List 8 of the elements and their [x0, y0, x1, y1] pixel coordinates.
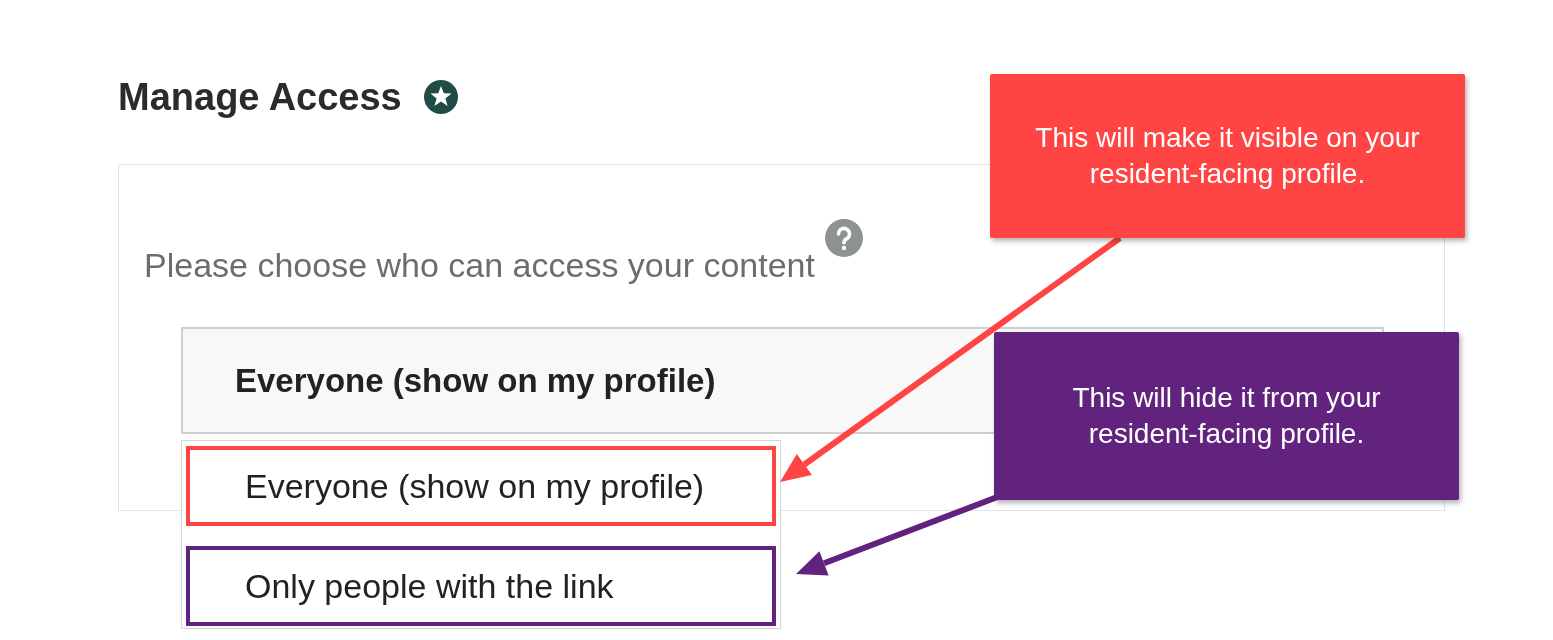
star-badge-icon	[423, 80, 458, 114]
callout-tooltip: This will make it visible on your resident-facing profile.	[990, 74, 1465, 238]
page-title: Manage Access	[118, 75, 402, 119]
access-prompt: Please choose who can access your content	[144, 245, 815, 286]
dropdown-option[interactable]: Only people with the link	[186, 546, 776, 626]
help-icon[interactable]	[824, 219, 863, 257]
callout-tooltip: This will hide it from your resident-facing profile.	[994, 332, 1459, 500]
dropdown-option[interactable]: Everyone (show on my profile)	[186, 446, 776, 526]
